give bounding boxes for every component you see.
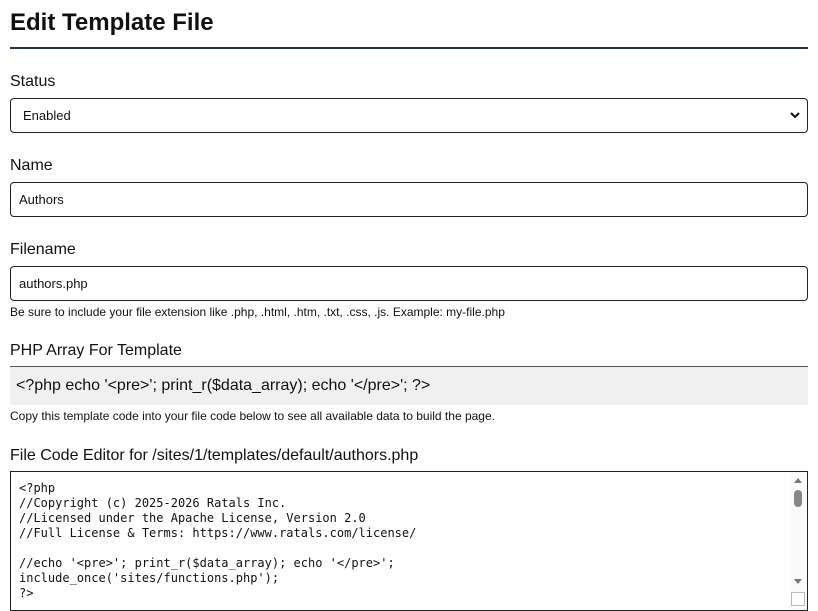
scroll-down-arrow-icon[interactable] xyxy=(794,579,802,584)
php-array-code[interactable]: <?php echo '<pre>'; print_r($data_array)… xyxy=(10,367,808,405)
name-input-value: Authors xyxy=(19,192,64,207)
php-array-help-text: Copy this template code into your file c… xyxy=(10,409,495,423)
page-title: Edit Template File xyxy=(10,9,214,36)
status-label: Status xyxy=(10,73,56,90)
editor-heading: File Code Editor for /sites/1/templates/… xyxy=(10,447,419,464)
editor-scrollbar[interactable] xyxy=(790,472,807,610)
code-editor-content[interactable]: <?php //Copyright (c) 2025-2026 Ratals I… xyxy=(11,472,807,601)
resize-handle[interactable] xyxy=(791,592,805,606)
filename-label: Filename xyxy=(10,241,76,258)
code-editor[interactable]: <?php //Copyright (c) 2025-2026 Ratals I… xyxy=(10,471,808,611)
scroll-thumb[interactable] xyxy=(794,490,802,507)
php-array-code-text: <?php echo '<pre>'; print_r($data_array)… xyxy=(16,377,431,394)
name-label: Name xyxy=(10,157,53,174)
scroll-up-arrow-icon[interactable] xyxy=(794,478,802,483)
status-selected-value: Enabled xyxy=(23,108,71,123)
filename-input[interactable]: authors.php xyxy=(10,266,808,301)
name-input[interactable]: Authors xyxy=(10,182,808,217)
filename-input-value: authors.php xyxy=(19,276,88,291)
status-select[interactable]: Enabled xyxy=(10,98,808,133)
title-divider xyxy=(10,47,808,49)
filename-help-text: Be sure to include your file extension l… xyxy=(10,305,505,319)
edit-template-page: Edit Template File Status Enabled Name A… xyxy=(0,0,818,611)
chevron-down-icon xyxy=(790,112,800,119)
php-array-heading: PHP Array For Template xyxy=(10,341,808,367)
